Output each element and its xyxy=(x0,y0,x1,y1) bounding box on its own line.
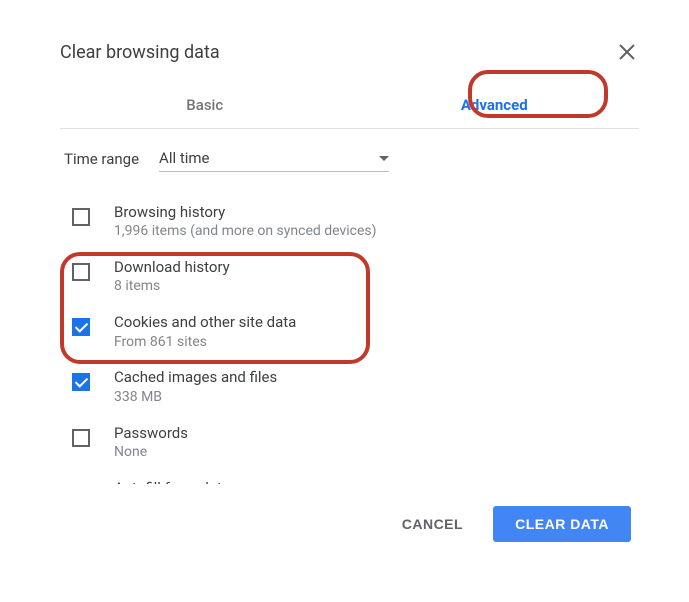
item-title: Cached images and files xyxy=(114,367,277,387)
tab-basic[interactable]: Basic xyxy=(60,82,350,128)
checkbox-passwords[interactable] xyxy=(72,429,90,447)
item-title: Cookies and other site data xyxy=(114,312,296,332)
checkbox-browsing-history[interactable] xyxy=(72,208,90,226)
dialog-header: Clear browsing data xyxy=(60,40,639,64)
item-sub: None xyxy=(114,443,188,462)
item-sub: From 861 sites xyxy=(114,333,296,352)
checkbox-download-history[interactable] xyxy=(72,263,90,281)
options-scroll-area[interactable]: Time range All time Browsing history 1,9… xyxy=(60,129,639,484)
item-download-history: Download history 8 items xyxy=(60,251,639,302)
dialog-title: Clear browsing data xyxy=(60,42,220,63)
clear-browsing-data-dialog: Clear browsing data Basic Advanced Time … xyxy=(0,0,689,572)
items-wrap: Browsing history 1,996 items (and more o… xyxy=(60,196,639,484)
item-title: Passwords xyxy=(114,423,188,443)
dialog-footer: Cancel Clear data xyxy=(60,484,639,542)
cancel-button[interactable]: Cancel xyxy=(384,506,481,542)
time-range-value: All time xyxy=(159,149,379,167)
item-autofill: Autofill form data xyxy=(60,472,639,484)
item-cached: Cached images and files 338 MB xyxy=(60,361,639,412)
time-range-label: Time range xyxy=(64,150,139,168)
item-sub: 8 items xyxy=(114,277,230,296)
item-title: Autofill form data xyxy=(114,478,230,484)
tabs-container: Basic Advanced xyxy=(60,82,639,129)
time-range-row: Time range All time xyxy=(60,145,639,172)
item-sub: 338 MB xyxy=(114,388,277,407)
item-title: Download history xyxy=(114,257,230,277)
item-browsing-history: Browsing history 1,996 items (and more o… xyxy=(60,196,639,247)
chevron-down-icon xyxy=(379,156,389,161)
checkbox-cookies[interactable] xyxy=(72,318,90,336)
item-passwords: Passwords None xyxy=(60,417,639,468)
item-cookies: Cookies and other site data From 861 sit… xyxy=(60,306,639,357)
close-icon xyxy=(618,43,636,61)
tab-advanced[interactable]: Advanced xyxy=(350,82,640,128)
clear-data-button[interactable]: Clear data xyxy=(493,506,631,542)
time-range-select[interactable]: All time xyxy=(159,145,389,172)
close-button[interactable] xyxy=(615,40,639,64)
item-sub: 1,996 items (and more on synced devices) xyxy=(114,222,377,241)
checkbox-cached[interactable] xyxy=(72,373,90,391)
item-title: Browsing history xyxy=(114,202,377,222)
